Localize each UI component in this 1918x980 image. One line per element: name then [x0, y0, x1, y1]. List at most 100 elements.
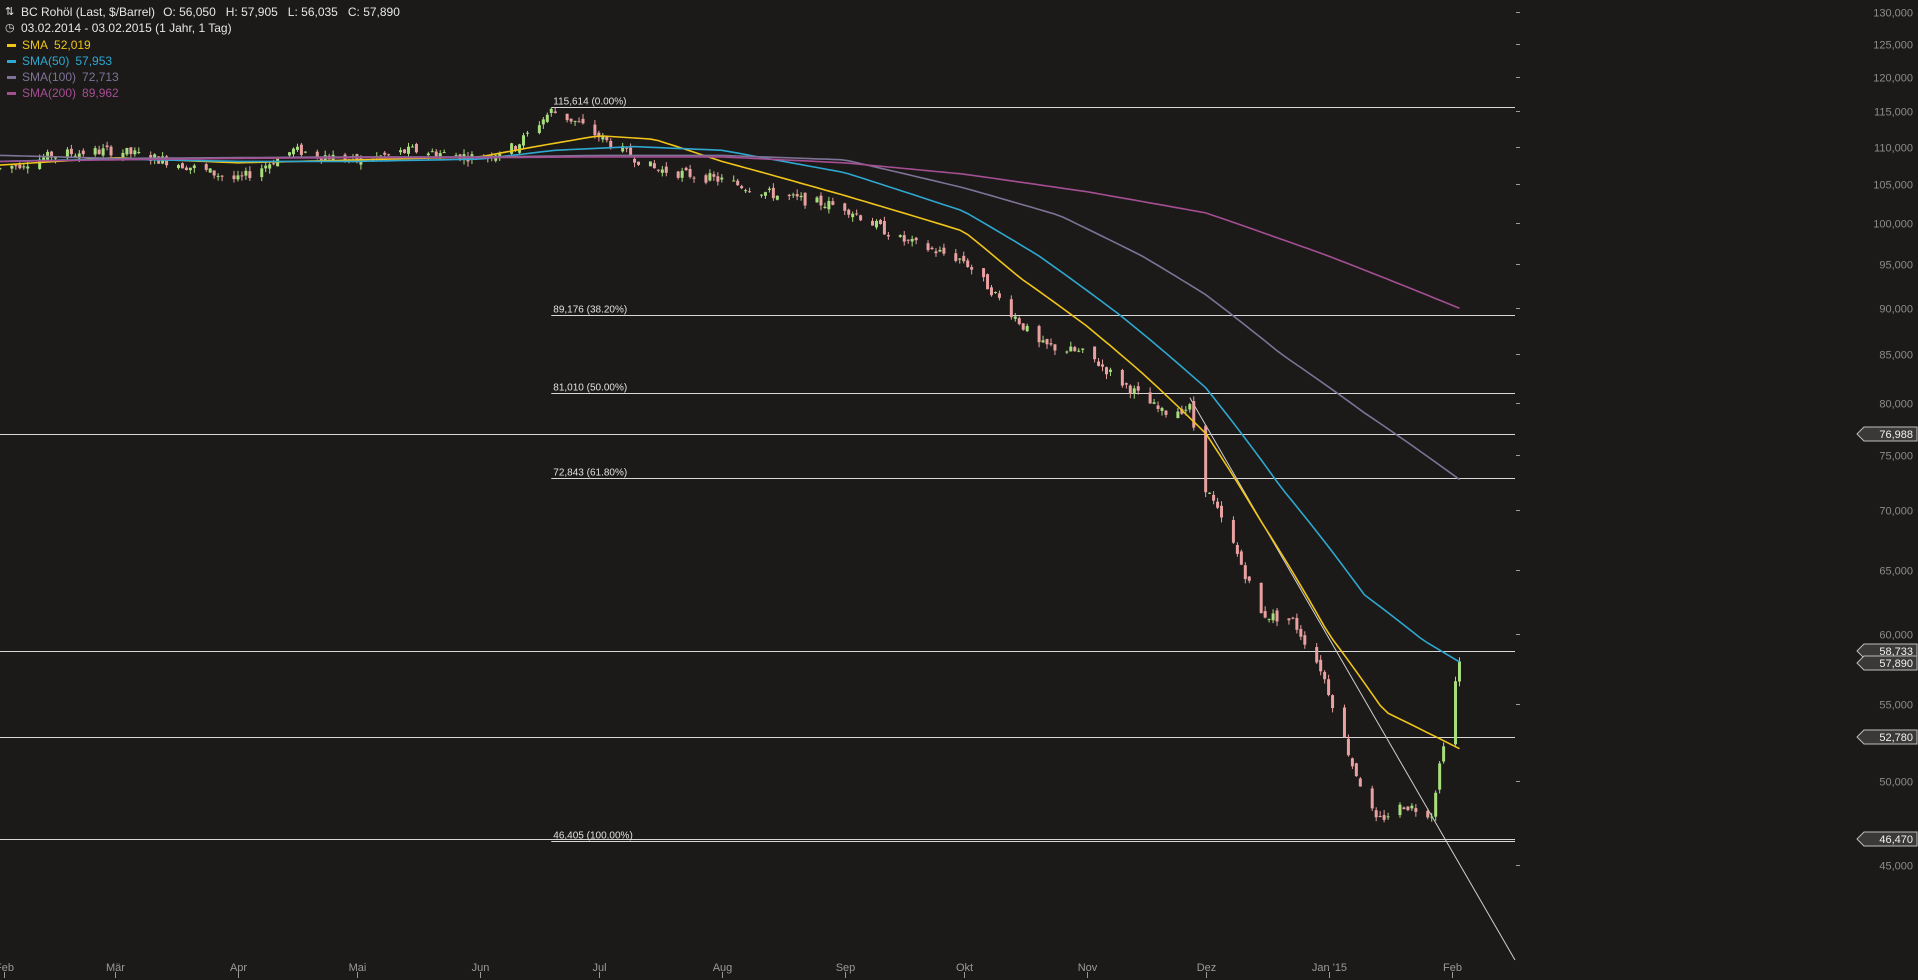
candle-body: [565, 113, 569, 121]
line-price-tag: 52,780: [1856, 729, 1918, 745]
candle-body: [958, 258, 962, 260]
candle-body: [442, 152, 446, 154]
x-tick-label: Jan '15: [1312, 962, 1347, 974]
candle-body: [430, 151, 434, 153]
candle-body: [656, 169, 660, 171]
candle-body: [732, 180, 736, 182]
candle-body: [1136, 386, 1140, 391]
candle-body: [1287, 618, 1291, 621]
x-tick-label: Mai: [349, 962, 367, 974]
candle-body: [748, 191, 752, 193]
candle-body: [1414, 808, 1418, 812]
candle-body: [926, 243, 930, 251]
bar-chart-icon: ⇅: [5, 6, 15, 18]
candle-body: [676, 171, 680, 178]
candle-body: [1259, 582, 1263, 614]
legend-item[interactable]: SMA 52,019: [7, 37, 119, 53]
candle-body: [1386, 816, 1390, 818]
candle-body: [22, 166, 26, 168]
candle-body: [240, 175, 244, 177]
candle-body: [1342, 707, 1346, 738]
candle-body: [133, 150, 137, 155]
x-tick-label: Feb: [0, 962, 14, 974]
candle-body: [1188, 404, 1192, 410]
candle-body: [704, 175, 708, 183]
candle-body: [1041, 340, 1045, 343]
y-tick-label: 55,000: [1879, 700, 1913, 712]
candle-body: [569, 118, 573, 122]
candle-body: [934, 251, 938, 254]
fib-label: 89,176 (38.20%): [553, 305, 627, 316]
candle-body: [434, 151, 438, 157]
price-tag-text: 46,470: [1879, 834, 1913, 846]
candle-body: [855, 213, 859, 215]
sma-legend: SMA 52,019 SMA(50) 57,953 SMA(100) 72,713 SMA(…: [7, 37, 119, 101]
candle-body: [1069, 346, 1073, 352]
candle-body: [288, 152, 292, 156]
candle-body: [1323, 671, 1327, 680]
sma-line: [0, 145, 1460, 663]
price-tag-text: 57,890: [1879, 658, 1913, 670]
x-tick-label: Feb: [1443, 962, 1462, 974]
candle-body: [0, 168, 2, 170]
x-tick-label: Apr: [230, 962, 247, 974]
candle-body: [1017, 318, 1021, 325]
price-chart[interactable]: 115,614 (0.00%) 89,176 (38.20%) 81,010 (50…: [0, 0, 1918, 980]
candle-body: [1108, 369, 1112, 372]
candle-body: [1303, 635, 1307, 645]
candle-body: [593, 124, 597, 136]
legend-item[interactable]: SMA(50) 57,953: [7, 53, 119, 69]
candle-body: [1045, 339, 1049, 345]
price-tag-text: 76,988: [1879, 429, 1913, 441]
candle-body: [605, 136, 609, 141]
candle-body: [660, 169, 664, 173]
candle-body: [192, 165, 196, 169]
candle-body: [886, 234, 890, 237]
candle-body: [581, 118, 585, 124]
candle-body: [399, 150, 403, 153]
instrument-name: BC Rohöl (Last, $/Barrel): [21, 5, 156, 19]
candle-body: [954, 253, 958, 261]
candle-body: [1105, 367, 1109, 375]
legend-item[interactable]: SMA(100) 72,713: [7, 69, 119, 85]
candle-body: [684, 167, 688, 171]
candle-body: [1299, 628, 1303, 637]
candle-body: [914, 237, 918, 241]
candle-body: [625, 147, 629, 149]
candle-body: [1327, 679, 1331, 696]
candle-body: [1156, 405, 1160, 409]
candle-body: [906, 239, 910, 241]
candle-body: [1426, 810, 1430, 818]
legend-item[interactable]: SMA(200) 89,962: [7, 85, 119, 101]
candle-body: [791, 194, 795, 196]
candle-body: [10, 165, 14, 169]
candle-body: [1370, 788, 1374, 809]
candle-body: [1430, 816, 1434, 818]
x-tick-label: Sep: [836, 962, 856, 974]
candle-body: [1267, 618, 1271, 620]
sma-line: [0, 154, 1460, 481]
candle-body: [137, 151, 141, 153]
candle-body: [1398, 804, 1402, 816]
y-tick-label: 95,000: [1879, 260, 1913, 272]
fib-label: 81,010 (50.00%): [553, 383, 627, 394]
candle-body: [1374, 810, 1378, 818]
candle-body: [303, 151, 307, 153]
candle-body: [188, 167, 192, 171]
candle-body: [759, 194, 763, 196]
candle-body: [1350, 758, 1354, 767]
candle-body: [859, 215, 863, 221]
candle-body: [740, 186, 744, 189]
candle-body: [454, 155, 458, 157]
candle-body: [1271, 613, 1275, 621]
candle-body: [26, 166, 30, 169]
candle-body: [410, 146, 414, 148]
candle-body: [1220, 505, 1224, 518]
candle-body: [803, 192, 807, 206]
horizontal-lines-layer: 115,614 (0.00%) 89,176 (38.20%) 81,010 (50…: [0, 97, 1515, 842]
date-range: 03.02.2014 - 03.02.2015 (1 Jahr, 1 Tag): [21, 21, 232, 35]
candle-body: [962, 255, 966, 262]
candle-body: [1291, 617, 1295, 619]
candle-body: [970, 267, 974, 270]
candle-body: [637, 161, 641, 165]
